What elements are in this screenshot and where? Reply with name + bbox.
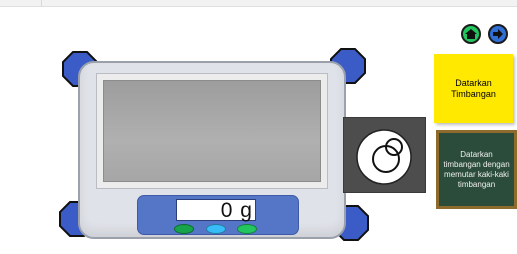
bubble-level-icon [356,129,412,185]
control-panel: 0 g [137,195,299,235]
top-bar-divider [41,0,42,7]
weighing-plate-frame [96,73,328,189]
weight-display: 0 g [176,199,256,222]
next-button[interactable] [488,24,508,44]
scale-button-right[interactable] [237,224,257,234]
instruction-sticky-note[interactable]: Datarkan Timbangan [434,54,513,123]
top-bar [0,0,517,7]
home-icon [465,29,477,39]
digital-scale: 0 g [78,61,346,239]
level-indicator [343,117,426,193]
instruction-chalkboard: Datarkan timbangan dengan memutar kaki-k… [436,130,517,209]
scale-button-left[interactable] [174,224,194,234]
scale-button-middle[interactable] [206,224,226,234]
arrow-right-icon [493,29,503,39]
home-button[interactable] [461,24,481,44]
weighing-plate[interactable] [103,80,321,182]
